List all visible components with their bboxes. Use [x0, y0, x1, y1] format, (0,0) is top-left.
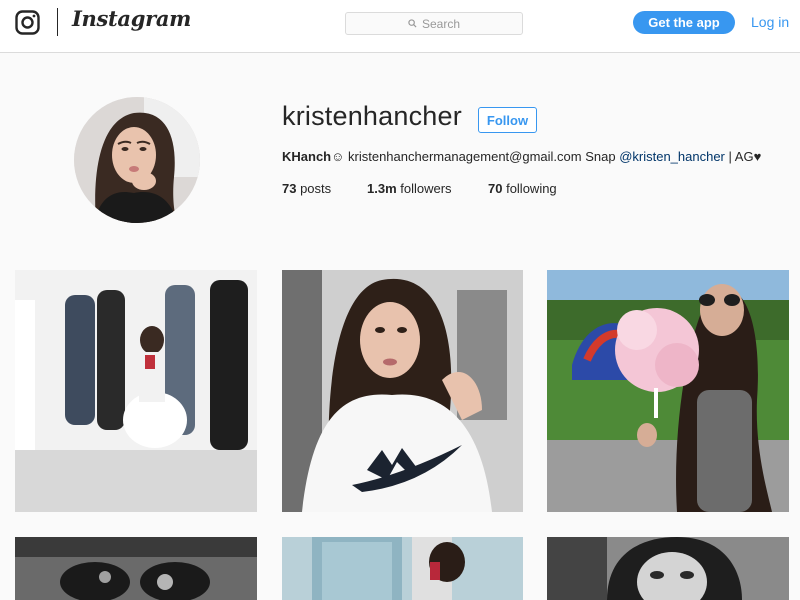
- follow-button[interactable]: Follow: [478, 107, 537, 133]
- get-the-app-button[interactable]: Get the app: [633, 11, 735, 34]
- posts-number: 73: [282, 181, 297, 196]
- post-sunglasses-bw[interactable]: [15, 537, 257, 600]
- post-cotton-candy[interactable]: [547, 270, 789, 512]
- following-number: 70: [488, 181, 503, 196]
- followers-number: 1.3m: [367, 181, 397, 196]
- logo-divider: [57, 8, 58, 36]
- bio-mention-link[interactable]: @kristen_hancher: [619, 149, 725, 164]
- top-navbar: Instagram Search Get the app Log in: [0, 0, 800, 53]
- following-link[interactable]: 70 following: [488, 181, 557, 196]
- search-icon: [408, 19, 417, 28]
- search-input[interactable]: Search: [345, 12, 523, 35]
- post-bathroom-mirror[interactable]: [282, 537, 523, 600]
- profile-username: kristenhancher: [282, 101, 462, 131]
- profile-bio: KHanch☺ kristenhanchermanagement@gmail.c…: [282, 149, 761, 164]
- followers-label: followers: [396, 181, 452, 196]
- bio-text: kristenhanchermanagement@gmail.com Snap: [344, 149, 620, 164]
- posts-count: 73 posts: [282, 181, 331, 196]
- posts-label: posts: [296, 181, 332, 196]
- bio-name: KHanch: [282, 149, 332, 164]
- instagram-wordmark[interactable]: Instagram: [72, 6, 191, 31]
- following-label: following: [502, 181, 557, 196]
- instagram-camera-icon[interactable]: [15, 10, 40, 35]
- followers-link[interactable]: 1.3m followers: [367, 181, 452, 196]
- login-link[interactable]: Log in: [751, 14, 789, 30]
- bio-tail: | AG: [724, 149, 754, 164]
- heart-icon: ♥: [753, 149, 762, 164]
- post-group-mirror-selfie[interactable]: [15, 270, 257, 512]
- profile-avatar[interactable]: [74, 97, 200, 223]
- bio-emoji: ☺: [331, 149, 345, 164]
- post-bw-portrait[interactable]: [547, 537, 789, 600]
- post-nike-shirt-selfie[interactable]: [282, 270, 523, 512]
- search-placeholder: Search: [421, 16, 461, 31]
